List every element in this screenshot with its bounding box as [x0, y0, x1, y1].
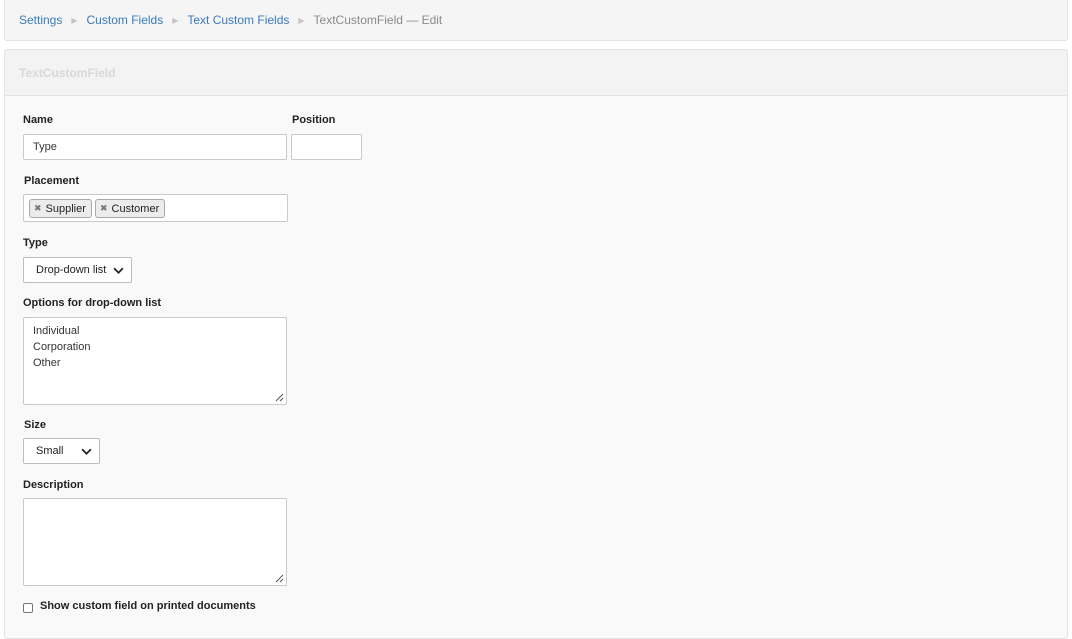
breadcrumb-custom-fields[interactable]: Custom Fields	[87, 13, 164, 27]
remove-tag-icon[interactable]: ✖	[34, 203, 42, 214]
resize-grip-icon[interactable]	[275, 574, 284, 583]
placement-tag-supplier: ✖ Supplier	[29, 199, 92, 218]
chevron-down-icon	[81, 448, 92, 455]
placement-tag-input[interactable]: ✖ Supplier ✖ Customer	[23, 194, 288, 222]
breadcrumb-current: TextCustomField — Edit	[313, 13, 443, 27]
breadcrumb-separator-icon: ▶	[71, 15, 78, 25]
show-on-print-label[interactable]: Show custom field on printed documents	[40, 600, 256, 612]
chevron-down-icon	[113, 267, 124, 274]
position-label: Position	[292, 114, 336, 126]
placement-label: Placement	[24, 175, 80, 187]
options-textarea[interactable]: Individual Corporation Other	[23, 317, 287, 405]
name-input[interactable]	[23, 134, 287, 160]
option-line: Individual	[33, 325, 80, 337]
show-on-print-checkbox[interactable]	[23, 603, 33, 613]
placement-tag-customer: ✖ Customer	[95, 199, 166, 218]
panel-title: TextCustomField	[5, 50, 1067, 96]
type-select[interactable]: Drop-down list	[23, 257, 132, 283]
position-input[interactable]	[291, 134, 362, 160]
breadcrumb-settings[interactable]: Settings	[19, 13, 62, 27]
type-label: Type	[23, 237, 48, 249]
description-label: Description	[23, 479, 84, 491]
option-line: Other	[33, 357, 61, 369]
breadcrumb: Settings ▶ Custom Fields ▶ Text Custom F…	[4, 0, 1068, 41]
breadcrumb-separator-icon: ▶	[298, 15, 305, 25]
breadcrumb-separator-icon: ▶	[172, 15, 179, 25]
description-textarea[interactable]	[23, 498, 287, 586]
size-label: Size	[24, 419, 47, 431]
name-label: Name	[23, 114, 53, 126]
size-select[interactable]: Small	[23, 438, 100, 464]
options-label: Options for drop-down list	[23, 297, 162, 309]
option-line: Corporation	[33, 341, 91, 353]
remove-tag-icon[interactable]: ✖	[100, 203, 108, 214]
breadcrumb-text-custom-fields[interactable]: Text Custom Fields	[187, 13, 289, 27]
resize-grip-icon[interactable]	[275, 393, 284, 402]
